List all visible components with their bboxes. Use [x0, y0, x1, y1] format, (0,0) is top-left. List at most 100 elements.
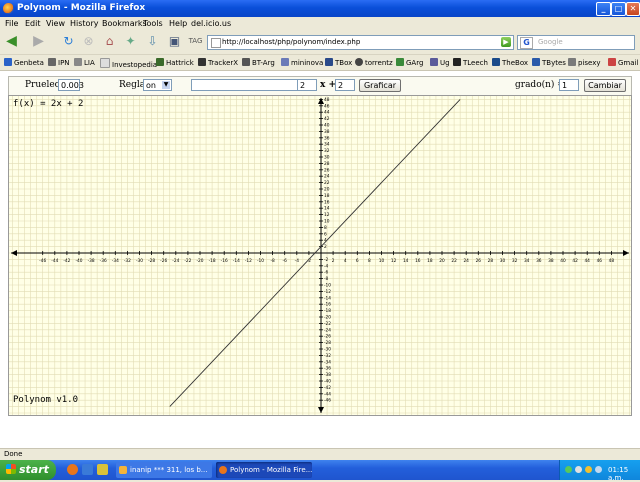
start-button[interactable]: start	[0, 460, 56, 480]
bookmark-item[interactable]: TLeech	[453, 58, 488, 67]
reload-icon[interactable]: ↻	[60, 33, 77, 50]
menu-history[interactable]: History	[70, 19, 98, 28]
bookmark-item[interactable]: BT-Arg	[242, 58, 275, 67]
folder-quicklaunch-icon[interactable]	[97, 464, 108, 475]
update-icon[interactable]	[585, 466, 592, 473]
y-tick-label: -26	[324, 334, 331, 340]
stop-icon[interactable]: ⊗	[80, 33, 97, 50]
menu-view[interactable]: View	[46, 19, 65, 28]
chevron-down-icon[interactable]: ▼	[162, 81, 170, 89]
menu-delicious[interactable]: del.icio.us	[191, 19, 231, 28]
y-tick-label: 12	[324, 212, 330, 218]
security-icon[interactable]	[595, 466, 602, 473]
menu-help[interactable]: Help	[169, 19, 187, 28]
bookmark-item[interactable]: IPN	[48, 58, 70, 67]
bookmark-item[interactable]: Gmail	[608, 58, 638, 67]
y-tick-label: -34	[324, 359, 331, 365]
bookmark-add-icon[interactable]: ✦	[122, 33, 139, 50]
bookmark-item[interactable]: pisexy	[568, 58, 601, 67]
y-tick-label: -32	[324, 353, 331, 359]
change-button[interactable]: Cambiar	[584, 79, 626, 92]
x-tick-label: 26	[476, 258, 482, 264]
x-tick-label: -30	[136, 258, 143, 264]
coef-b-input[interactable]: 2	[335, 79, 355, 91]
y-tick-label: 2	[324, 244, 327, 250]
taskbar: start inanip *** 311, los b... Polynom -…	[0, 460, 640, 482]
graph-button[interactable]: Graficar	[359, 79, 401, 92]
explorer-quicklaunch-icon[interactable]	[82, 464, 93, 475]
go-arrow-icon[interactable]: ▶	[501, 37, 511, 47]
bookmark-item[interactable]: TBytes	[532, 58, 566, 67]
bookmark-item[interactable]: Investopedia	[100, 58, 157, 69]
x-tick-label: 18	[427, 258, 433, 264]
y-tick-label: -46	[324, 398, 331, 404]
taskbar-item-firefox[interactable]: Polynom - Mozilla Fire...	[216, 462, 312, 478]
title-bar: Polynom - Mozilla Firefox _ □ ✕	[0, 0, 640, 17]
x-tick-label: 34	[524, 258, 530, 264]
bookmark-icon	[355, 58, 363, 66]
network-icon[interactable]	[565, 466, 572, 473]
x-tick-label: 4	[344, 258, 347, 264]
volume-icon[interactable]	[575, 466, 582, 473]
bookmark-icon	[568, 58, 576, 66]
bookmark-item[interactable]: GArg	[396, 58, 423, 67]
download-icon[interactable]: ⇩	[144, 33, 161, 50]
x-tick-label: 40	[560, 258, 566, 264]
x-tick-label: -16	[221, 258, 228, 264]
bookmark-icon	[74, 58, 82, 66]
bookmark-item[interactable]: Ug	[430, 58, 450, 67]
function-plot[interactable]: -46 -44 -42 -40 -38 -36 -34 -32 -30 -28 -26 -24 -22-…	[9, 96, 631, 415]
x-tick-label: -42	[63, 258, 70, 264]
precision-input[interactable]: 0.003	[58, 79, 84, 91]
x-tick-label: -24	[172, 258, 179, 264]
x-plus-label: x +	[320, 80, 337, 90]
y-tick-label: 6	[324, 231, 327, 237]
search-engine-icon[interactable]: G	[520, 37, 533, 49]
menu-bookmarks[interactable]: Bookmarks	[102, 19, 147, 28]
controls-bar: Prueleo: 0.003 Regla: on ▼ 2 x + 2 Grafic…	[8, 76, 632, 96]
y-tick-label: -22	[324, 321, 331, 327]
search-placeholder: Google	[538, 38, 563, 46]
x-tick-label: 16	[415, 258, 421, 264]
menu-edit[interactable]: Edit	[25, 19, 41, 28]
menu-file[interactable]: File	[5, 19, 18, 28]
x-tick-label: 36	[536, 258, 542, 264]
taskbar-item-media[interactable]: inanip *** 311, los b...	[116, 462, 212, 478]
menu-tools[interactable]: Tools	[143, 19, 163, 28]
back-arrow-icon[interactable]: ◀	[3, 33, 20, 50]
function-label: f(x) = 2x + 2	[13, 99, 84, 109]
degree-label: grado(n) =	[515, 80, 565, 90]
x-tick-label: -4	[295, 258, 300, 264]
minimize-button[interactable]: _	[596, 2, 611, 16]
y-tick-label: -20	[324, 315, 331, 321]
url-bar[interactable]: http://localhost/php/polynom/index.php ▶	[207, 35, 514, 50]
y-tick-label: -30	[324, 347, 331, 353]
bookmark-item[interactable]: mininova	[281, 58, 323, 67]
rule-select[interactable]: on ▼	[143, 79, 172, 91]
home-icon[interactable]: ⌂	[101, 33, 118, 50]
bookmark-item[interactable]: torrentz	[355, 58, 393, 67]
bookmark-item[interactable]: TBox	[325, 58, 352, 67]
url-text[interactable]: http://localhost/php/polynom/index.php	[222, 38, 360, 46]
bookmark-item[interactable]: LIA	[74, 58, 95, 67]
x-tick-label: -38	[88, 258, 95, 264]
plot-area[interactable]: -46 -44 -42 -40 -38 -36 -34 -32 -30 -28 -26 -24 -22-…	[8, 95, 632, 416]
coef-a-input[interactable]: 2	[297, 79, 317, 91]
bookmark-item[interactable]: Genbeta	[4, 58, 44, 67]
firefox-quicklaunch-icon[interactable]	[67, 464, 78, 475]
close-button[interactable]: ✕	[626, 2, 640, 16]
x-tick-label: 48	[609, 258, 615, 264]
x-tick-label: -18	[209, 258, 216, 264]
degree-input[interactable]: 1	[559, 79, 579, 91]
bookmark-item[interactable]: TrackerX	[198, 58, 238, 67]
maximize-button[interactable]: □	[611, 2, 626, 16]
bookmark-item[interactable]: Hattrick	[156, 58, 194, 67]
y-tick-label: 44	[324, 110, 330, 116]
tag-icon[interactable]: TAG	[187, 33, 204, 50]
search-input[interactable]: G Google	[517, 35, 635, 50]
bookmark-item[interactable]: TheBox	[492, 58, 528, 67]
y-tick-label: -12	[324, 289, 331, 295]
forward-arrow-icon[interactable]: ▶	[30, 33, 47, 50]
y-tick-label: -24	[324, 327, 331, 333]
screen-icon[interactable]: ▣	[166, 33, 183, 50]
